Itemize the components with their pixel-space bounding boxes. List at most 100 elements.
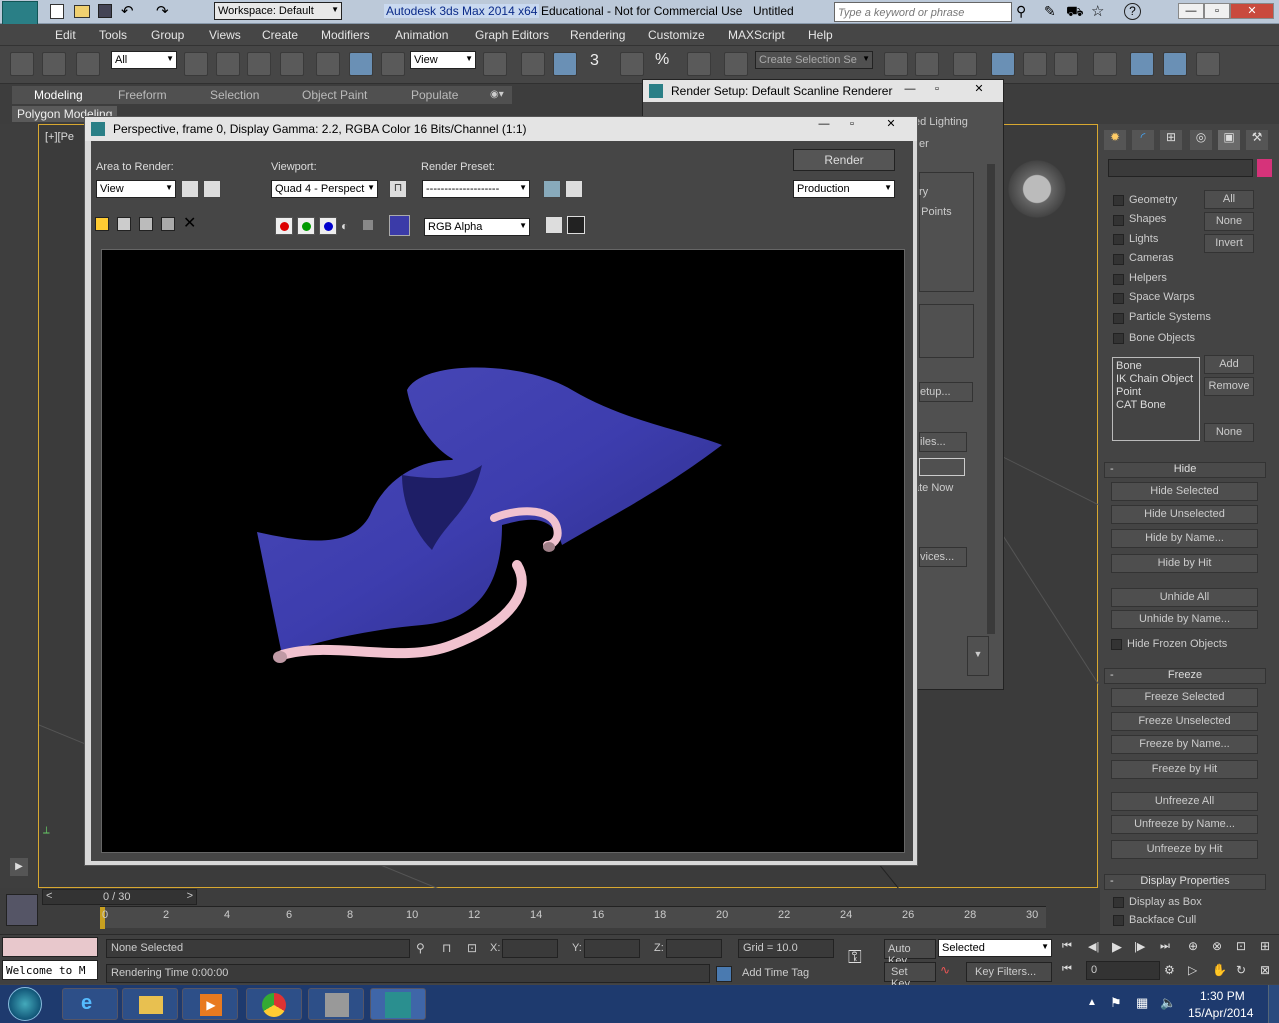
maxscript-listener-input[interactable]: Welcome to M <box>2 960 98 980</box>
menu-help[interactable]: Help <box>808 28 833 42</box>
time-tag-icon[interactable] <box>716 966 732 982</box>
clock-date[interactable]: 15/Apr/2014 <box>1188 1006 1253 1020</box>
unfreeze-all-button[interactable]: Unfreeze All <box>1111 792 1258 811</box>
star-icon[interactable]: ☆ <box>1091 2 1104 20</box>
mini-listener-icon[interactable] <box>6 894 38 926</box>
maximize-viewport-icon[interactable]: ⊠ <box>1260 963 1270 977</box>
zoom-extents-icon[interactable]: ⊡ <box>1236 939 1246 953</box>
rs-close-button[interactable]: ✕ <box>959 82 999 98</box>
time-slider-prev-icon[interactable]: < <box>46 890 52 902</box>
freeze-by-hit-button[interactable]: Freeze by Hit <box>1111 760 1258 779</box>
render-production-icon[interactable] <box>1196 52 1220 76</box>
rs-tab-renderer[interactable]: er <box>919 138 929 150</box>
rendered-frame-window-icon[interactable] <box>1163 52 1187 76</box>
object-color-swatch[interactable] <box>1257 159 1272 177</box>
x-coordinate-field[interactable] <box>502 939 558 958</box>
redo-icon[interactable]: ↷ <box>156 2 169 20</box>
search-input[interactable]: Type a keyword or phrase <box>834 2 1012 22</box>
set-key-button[interactable]: Set Key <box>884 962 936 990</box>
print-image-icon[interactable] <box>161 217 175 231</box>
geometry-checkbox[interactable] <box>1113 195 1124 206</box>
pivot-center-icon[interactable] <box>483 52 507 76</box>
angle-snap-icon[interactable] <box>620 52 644 76</box>
taskbar-app[interactable] <box>308 988 364 1020</box>
current-frame-field[interactable]: 0 <box>1086 961 1160 980</box>
fw-close-button[interactable]: ✕ <box>873 117 909 133</box>
maxscript-listener-top[interactable] <box>2 937 98 957</box>
spinner-snap-icon[interactable] <box>687 52 711 76</box>
snap-toggle[interactable]: 3 <box>590 52 599 70</box>
time-slider[interactable]: < 0 / 30 > <box>42 889 197 905</box>
material-editor-icon[interactable] <box>1093 52 1117 76</box>
percent-snap-toggle[interactable]: % <box>655 51 669 69</box>
menu-maxscript[interactable]: MAXScript <box>728 28 785 42</box>
list-item[interactable]: Point <box>1116 386 1196 399</box>
key-mode-icon[interactable]: ⏮ <box>1062 963 1072 976</box>
taskbar-internet-explorer[interactable]: e <box>62 988 118 1020</box>
scale-icon[interactable] <box>381 52 405 76</box>
fw-minimize-button[interactable]: — <box>813 117 835 133</box>
viewport-label[interactable]: [+][Pe <box>45 131 74 143</box>
zoom-icon[interactable]: ⊕ <box>1188 939 1198 953</box>
utilities-tab-icon[interactable]: ⚒ <box>1246 130 1268 150</box>
menu-create[interactable]: Create <box>262 28 298 42</box>
tangent-icon[interactable]: ∿ <box>940 963 950 977</box>
menu-rendering[interactable]: Rendering <box>570 28 625 42</box>
menu-views[interactable]: Views <box>209 28 241 42</box>
open-file-icon[interactable] <box>74 5 90 18</box>
toggle-ui-overlay-icon[interactable] <box>545 216 563 234</box>
frame-window-titlebar[interactable]: Perspective, frame 0, Display Gamma: 2.2… <box>85 117 917 141</box>
play-icon[interactable]: ▶ <box>1112 939 1122 955</box>
channel-display-dropdown[interactable]: RGB Alpha <box>424 218 530 236</box>
tray-flag-icon[interactable]: ⚑ <box>1110 995 1122 1011</box>
y-coordinate-field[interactable] <box>584 939 640 958</box>
rs-setup-button[interactable]: etup... <box>919 382 973 402</box>
taskbar-media-player[interactable]: ▶ <box>182 988 238 1020</box>
unhide-all-button[interactable]: Unhide All <box>1111 588 1258 607</box>
hide-rollout-header[interactable]: - Hide <box>1104 462 1266 478</box>
new-file-icon[interactable] <box>50 4 64 19</box>
list-item[interactable]: CAT Bone <box>1116 399 1196 412</box>
hide-unselected-button[interactable]: Hide Unselected <box>1111 505 1258 524</box>
start-button[interactable] <box>8 987 42 1021</box>
blue-channel-toggle[interactable] <box>319 217 337 235</box>
rs-dropdown-arrow-icon[interactable]: ▼ <box>967 636 989 676</box>
tab-populate[interactable]: Populate <box>411 88 458 102</box>
clear-image-icon[interactable]: ✕ <box>183 213 196 233</box>
display-tab-icon[interactable]: ▣ <box>1218 130 1240 150</box>
menu-graph-editors[interactable]: Graph Editors <box>475 28 549 42</box>
absolute-mode-icon[interactable]: ⊡ <box>467 941 477 955</box>
layer-manager-icon[interactable] <box>953 52 977 76</box>
key-icon[interactable]: ⚿ <box>848 947 862 968</box>
tab-freeform[interactable]: Freeform <box>118 88 167 102</box>
maximize-button[interactable]: ▫ <box>1204 3 1230 19</box>
cameras-checkbox[interactable] <box>1113 254 1124 265</box>
invert-button[interactable]: Invert <box>1204 234 1254 253</box>
render-setup-titlebar[interactable]: Render Setup: Default Scanline Renderer … <box>643 80 1003 102</box>
curve-editor-icon[interactable] <box>1023 52 1047 76</box>
minimize-button[interactable]: — <box>1178 3 1204 19</box>
all-button[interactable]: All <box>1204 190 1254 209</box>
unfreeze-by-name-button[interactable]: Unfreeze by Name... <box>1111 815 1258 834</box>
rectangular-selection-icon[interactable] <box>247 52 271 76</box>
link-icon[interactable] <box>10 52 34 76</box>
backface-cull-checkbox[interactable] <box>1113 915 1124 926</box>
list-item[interactable]: IK Chain Object <box>1116 373 1196 386</box>
color-swatch[interactable] <box>389 215 410 236</box>
time-slider-next-icon[interactable]: > <box>187 890 193 902</box>
freeze-by-name-button[interactable]: Freeze by Name... <box>1111 735 1258 754</box>
select-manipulate-icon[interactable] <box>521 52 545 76</box>
add-time-tag-button[interactable]: Add Time Tag <box>742 967 809 979</box>
toggle-ui-icon[interactable] <box>567 216 585 234</box>
menu-modifiers[interactable]: Modifiers <box>321 28 370 42</box>
menu-edit[interactable]: Edit <box>55 28 76 42</box>
orbit-icon[interactable]: ↻ <box>1236 963 1246 977</box>
fov-icon[interactable]: ▷ <box>1188 963 1197 977</box>
production-dropdown[interactable]: Production <box>793 180 895 198</box>
hide-by-name-button[interactable]: Hide by Name... <box>1111 529 1258 548</box>
clone-window-icon[interactable] <box>139 217 153 231</box>
menu-group[interactable]: Group <box>151 28 184 42</box>
align-icon[interactable] <box>915 52 939 76</box>
hide-by-hit-button[interactable]: Hide by Hit <box>1111 554 1258 573</box>
workspace-dropdown[interactable]: Workspace: Default <box>214 2 342 20</box>
